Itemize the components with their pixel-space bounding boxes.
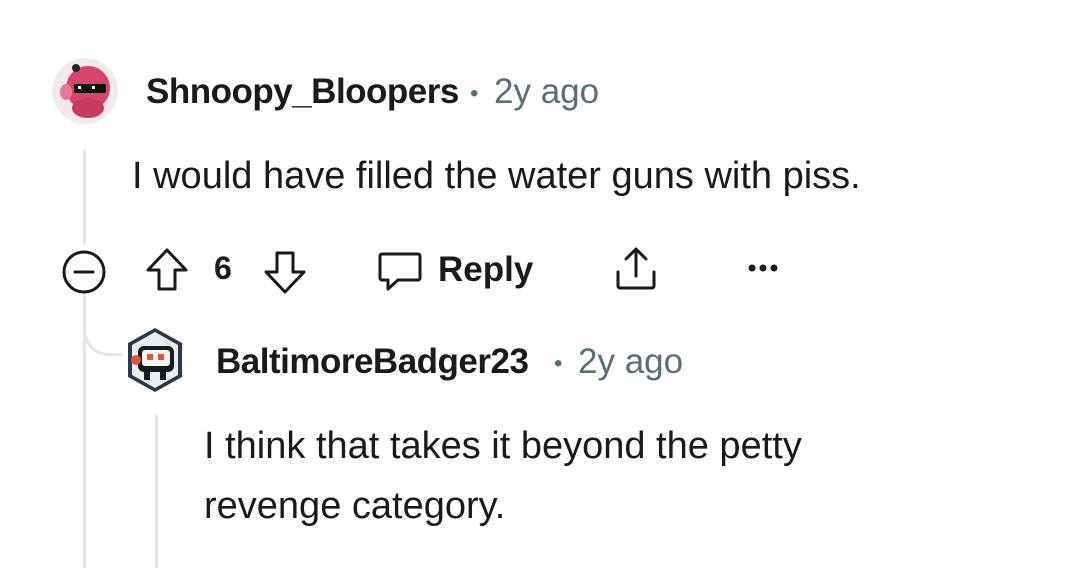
thread-branch-line — [83, 300, 123, 356]
more-icon — [748, 264, 778, 272]
reply-body-line: revenge category. — [204, 485, 506, 527]
collapse-icon — [62, 250, 106, 294]
comment-username[interactable]: Shnoopy_Bloopers — [146, 72, 459, 112]
collapse-button[interactable] — [60, 248, 108, 296]
avatar-image — [128, 328, 182, 392]
reply-label: Reply — [438, 250, 534, 289]
reply-button[interactable]: Reply — [376, 246, 533, 294]
share-button[interactable] — [612, 244, 660, 294]
meta-separator: • — [554, 350, 563, 377]
comment-action-bar: 6 Reply — [0, 240, 1080, 298]
comment-thread: Shnoopy_Bloopers • 2y ago I would have f… — [0, 0, 1080, 568]
reply-body-line: I think that takes it beyond the petty — [204, 425, 802, 467]
upvote-icon — [146, 248, 188, 291]
downvote-button[interactable] — [262, 248, 308, 296]
avatar[interactable] — [52, 58, 118, 124]
comment-timestamp[interactable]: 2y ago — [494, 72, 599, 112]
downvote-icon — [264, 251, 306, 294]
meta-separator: • — [470, 80, 479, 107]
comment-body: I would have filled the water guns with … — [132, 155, 861, 197]
reply-thread-line[interactable] — [155, 415, 158, 568]
more-options-button[interactable] — [744, 250, 784, 286]
vote-count: 6 — [214, 250, 232, 286]
reply-avatar[interactable] — [124, 326, 186, 394]
share-icon — [616, 247, 656, 290]
avatar-image — [52, 58, 118, 124]
reply-username[interactable]: BaltimoreBadger23 — [216, 342, 529, 382]
upvote-button[interactable] — [144, 246, 190, 294]
reply-timestamp[interactable]: 2y ago — [578, 342, 683, 382]
reply-icon — [378, 252, 422, 291]
thread-line[interactable] — [83, 150, 86, 245]
